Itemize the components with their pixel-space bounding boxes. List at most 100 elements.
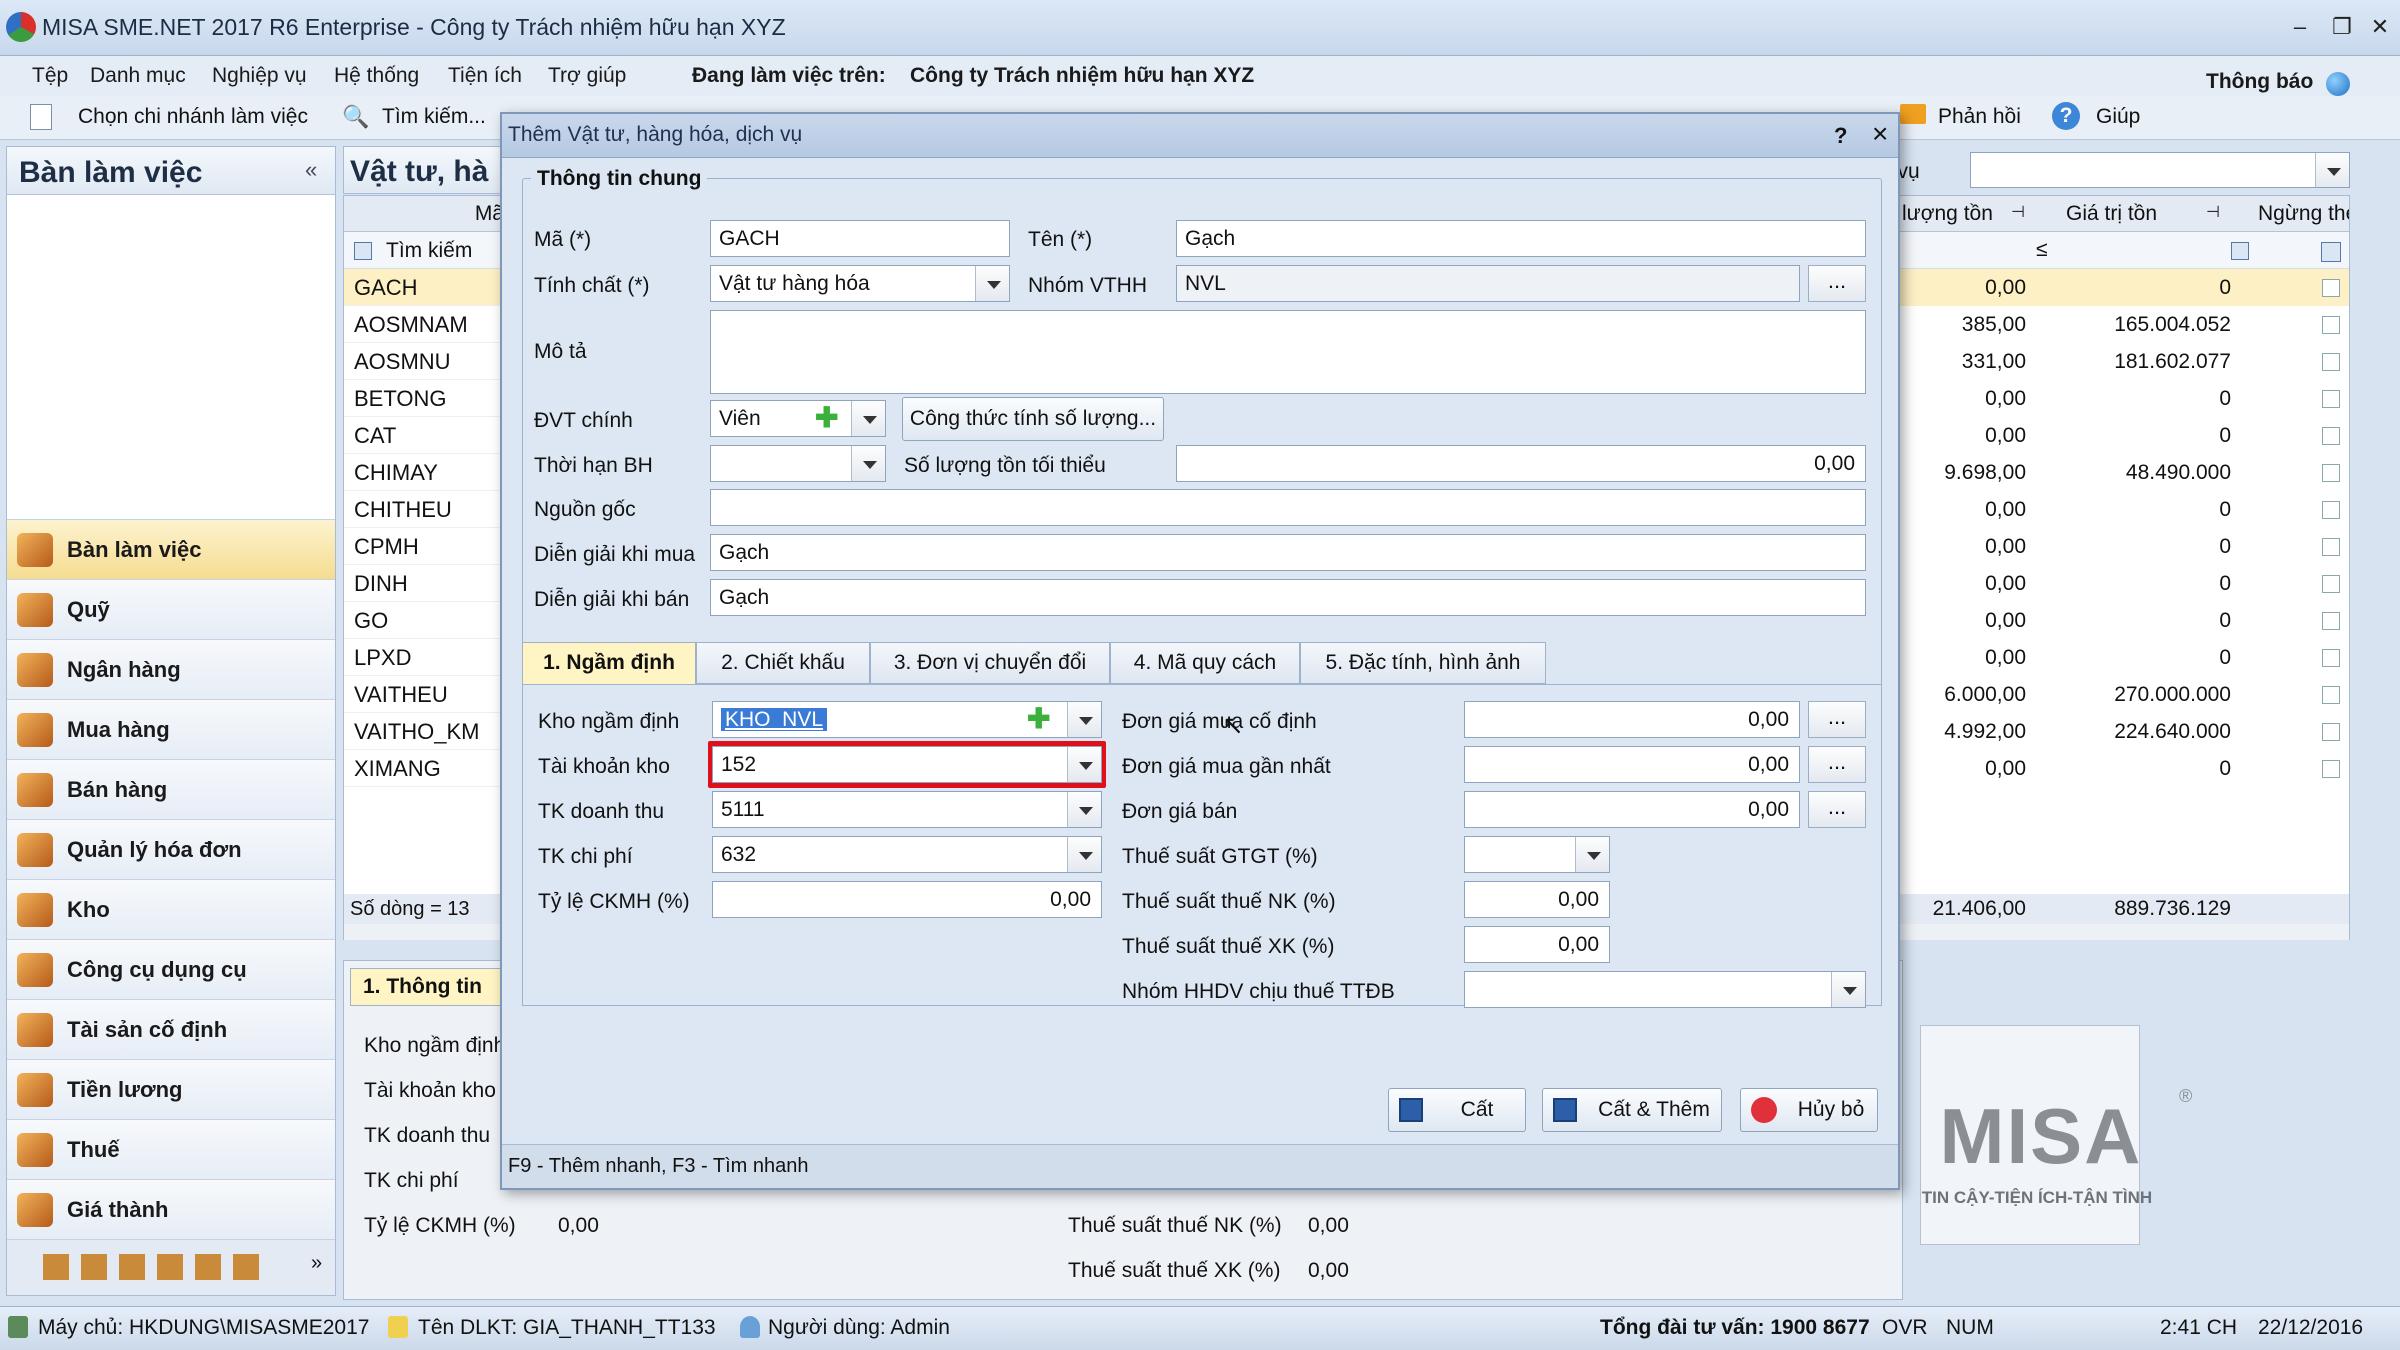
desc-textarea[interactable] <box>710 310 1866 394</box>
list-item[interactable]: DINH <box>344 565 508 602</box>
stop-tracking-checkbox[interactable] <box>2322 316 2340 334</box>
sidebar-item-tools[interactable]: Công cụ dụng cụ <box>7 939 335 999</box>
import-tax-input[interactable]: 0,00 <box>1464 881 1610 918</box>
horizontal-scrollbar[interactable] <box>344 924 508 940</box>
list-item[interactable]: BETONG <box>344 380 508 417</box>
code-input[interactable]: GACH <box>710 220 1010 257</box>
stop-tracking-checkbox[interactable] <box>2322 279 2340 297</box>
fixed-price-browse-button[interactable]: ... <box>1808 701 1866 738</box>
save-and-add-button[interactable]: Cất & Thêm <box>1542 1088 1722 1132</box>
chevron-down-icon[interactable] <box>1575 837 1609 872</box>
column-qty-header[interactable]: lượng tồn <box>1902 202 1993 226</box>
pin-icon[interactable]: ⊣ <box>2206 202 2220 222</box>
stock-acc-select[interactable]: 152 <box>712 746 1102 783</box>
chevron-down-icon[interactable] <box>2315 153 2349 187</box>
list-item[interactable]: AOSMNU <box>344 343 508 380</box>
more-icon[interactable]: » <box>311 1252 322 1275</box>
sidebar-item-invoices[interactable]: Quản lý hóa đơn <box>7 819 335 879</box>
pin-icon[interactable]: ⊣ <box>2011 202 2025 222</box>
stop-tracking-checkbox[interactable] <box>2322 501 2340 519</box>
table-row[interactable]: 385,00 165.004.052 <box>1896 306 2349 343</box>
stop-tracking-checkbox[interactable] <box>2322 686 2340 704</box>
stop-tracking-checkbox[interactable] <box>2322 612 2340 630</box>
group-browse-button[interactable]: ... <box>1808 265 1866 302</box>
chevron-down-icon[interactable] <box>851 401 885 436</box>
menu-utilities[interactable]: Tiện ích <box>448 64 522 88</box>
search-button[interactable]: Tìm kiếm... <box>382 105 486 129</box>
stop-tracking-checkbox[interactable] <box>2322 538 2340 556</box>
horizontal-scrollbar[interactable] <box>1896 924 2349 940</box>
unit-select[interactable]: Viên ✚ <box>710 400 886 437</box>
help-button[interactable]: Giúp <box>2096 105 2140 129</box>
filter-icon[interactable] <box>2231 242 2249 260</box>
chevron-down-icon[interactable] <box>1067 702 1101 737</box>
warranty-select[interactable] <box>710 445 886 482</box>
branch-select-button[interactable]: Chọn chi nhánh làm việc <box>78 105 308 129</box>
menu-operations[interactable]: Nghiệp vụ <box>212 64 307 88</box>
sidebar-item-sales[interactable]: Bán hàng <box>7 759 335 819</box>
list-search-label[interactable]: Tìm kiếm <box>386 239 472 263</box>
table-row[interactable]: 0,00 0 <box>1896 269 2349 306</box>
table-row[interactable]: 0,00 0 <box>1896 602 2349 639</box>
cancel-button[interactable]: Hủy bỏ <box>1740 1088 1878 1132</box>
sell-desc-input[interactable]: Gạch <box>710 579 1866 616</box>
add-warehouse-icon[interactable]: ✚ <box>1027 704 1050 734</box>
chevron-down-icon[interactable] <box>1831 972 1865 1007</box>
column-stop-header[interactable]: Ngừng theo dõ <box>2258 202 2349 226</box>
stop-tracking-checkbox[interactable] <box>2322 575 2340 593</box>
list-item[interactable]: LPXD <box>344 639 508 676</box>
sidebar-item-warehouse[interactable]: Kho <box>7 879 335 939</box>
filter-icon[interactable] <box>354 242 372 260</box>
list-item[interactable]: XIMANG <box>344 750 508 787</box>
menu-file[interactable]: Tệp <box>32 64 68 88</box>
chevron-down-icon[interactable] <box>1067 792 1101 827</box>
filter-checkbox[interactable] <box>2321 242 2341 262</box>
table-row[interactable]: 0,00 0 <box>1896 750 2349 787</box>
revenue-acc-select[interactable]: 5111 <box>712 791 1102 828</box>
save-button[interactable]: Cất <box>1388 1088 1526 1132</box>
list-item[interactable]: CPMH <box>344 528 508 565</box>
stop-tracking-checkbox[interactable] <box>2322 464 2340 482</box>
list-item[interactable]: GACH <box>344 269 508 306</box>
table-row[interactable]: 0,00 0 <box>1896 528 2349 565</box>
sale-price-input[interactable]: 0,00 <box>1464 791 1800 828</box>
list-item[interactable]: VAITHEU <box>344 676 508 713</box>
minimize-button[interactable]: – <box>2280 8 2320 46</box>
tab-default[interactable]: 1. Ngầm định <box>522 642 696 684</box>
maximize-button[interactable]: ❐ <box>2322 8 2362 46</box>
list-item[interactable]: AOSMNAM <box>344 306 508 343</box>
last-price-browse-button[interactable]: ... <box>1808 746 1866 783</box>
filter-combo[interactable] <box>1970 152 2350 188</box>
list-item[interactable]: CAT <box>344 417 508 454</box>
sidebar-item-cash[interactable]: Quỹ <box>7 579 335 639</box>
formula-button[interactable]: Công thức tính số lượng... <box>902 397 1164 441</box>
export-tax-input[interactable]: 0,00 <box>1464 926 1610 963</box>
sale-price-browse-button[interactable]: ... <box>1808 791 1866 828</box>
table-row[interactable]: 331,00 181.602.077 <box>1896 343 2349 380</box>
shortcut-icons[interactable] <box>43 1254 263 1280</box>
default-wh-select[interactable]: KHO_NVL ✚ <box>712 701 1102 738</box>
feedback-button[interactable]: Phản hồi <box>1938 105 2021 129</box>
column-value-header[interactable]: Giá trị tồn <box>2066 202 2157 226</box>
min-qty-input[interactable]: 0,00 <box>1176 445 1866 482</box>
list-item[interactable]: VAITHO_KM <box>344 713 508 750</box>
fixed-price-input[interactable]: 0,00 <box>1464 701 1800 738</box>
table-row[interactable]: 6.000,00 270.000.000 <box>1896 676 2349 713</box>
stop-tracking-checkbox[interactable] <box>2322 649 2340 667</box>
sidebar-item-payroll[interactable]: Tiền lương <box>7 1059 335 1119</box>
sidebar-item-desktop[interactable]: Bàn làm việc <box>7 519 335 579</box>
tab-spec-code[interactable]: 4. Mã quy cách <box>1110 642 1300 684</box>
menu-system[interactable]: Hệ thống <box>334 64 419 88</box>
group-input[interactable]: NVL <box>1176 265 1800 302</box>
list-item[interactable]: CHITHEU <box>344 491 508 528</box>
notification-link[interactable]: Thông báo <box>2206 70 2313 94</box>
dialog-close-icon[interactable]: × <box>1872 118 1888 150</box>
nature-select[interactable]: Vật tư hàng hóa <box>710 265 1010 302</box>
add-unit-icon[interactable]: ✚ <box>815 403 838 433</box>
special-tax-select[interactable] <box>1464 971 1866 1008</box>
tab-attributes-images[interactable]: 5. Đặc tính, hình ảnh <box>1300 642 1546 684</box>
table-row[interactable]: 0,00 0 <box>1896 565 2349 602</box>
table-row[interactable]: 0,00 0 <box>1896 639 2349 676</box>
sidebar-item-fixed-assets[interactable]: Tài sản cố định <box>7 999 335 1059</box>
sidebar-item-bank[interactable]: Ngân hàng <box>7 639 335 699</box>
